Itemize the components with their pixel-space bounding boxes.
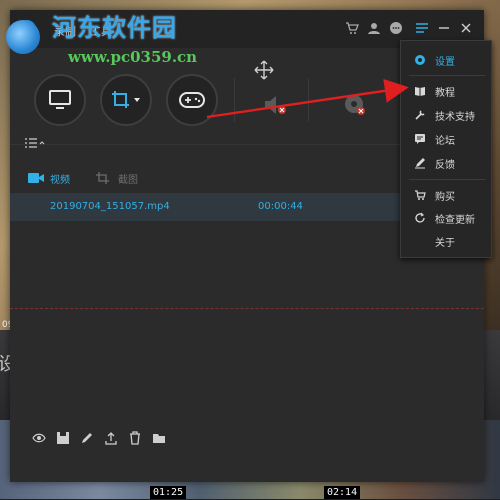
upload-icon[interactable] [104, 430, 118, 445]
cart-icon[interactable] [344, 21, 360, 37]
user-icon[interactable] [366, 21, 382, 37]
refresh-icon [413, 211, 427, 225]
menu-item-feedback[interactable]: 反馈 [401, 152, 491, 174]
menu-divider [409, 179, 485, 180]
watermark-title: 河东软件园 [52, 13, 177, 42]
menu-divider [409, 75, 485, 76]
menu-item-label: 设置 [435, 56, 455, 68]
video-icon [28, 172, 44, 184]
about-spacer [413, 234, 427, 248]
background-timestamp: 01:25 [150, 486, 187, 499]
screen-record-button[interactable] [34, 74, 86, 126]
watermark-logo [6, 20, 40, 54]
watermark-url: www.pc0359.cn [68, 48, 198, 66]
save-icon[interactable] [56, 430, 70, 444]
menu-item-tutorial[interactable]: 教程 [401, 80, 491, 102]
menu-item-support[interactable]: 技术支持 [401, 104, 491, 126]
menu-icon[interactable] [414, 21, 430, 37]
tab-screenshot[interactable]: 截图 [96, 169, 138, 187]
minimize-icon[interactable] [436, 21, 452, 37]
menu-item-about[interactable]: 关于 [401, 230, 491, 252]
chat-icon[interactable] [388, 21, 404, 37]
tab-video[interactable]: 视频 [28, 169, 70, 187]
gear-icon [413, 53, 427, 67]
move-icon[interactable] [254, 60, 280, 86]
close-icon[interactable] [458, 21, 474, 37]
drop-zone-divider [10, 308, 484, 309]
tab-video-label: 视频 [50, 174, 70, 186]
menu-item-label: 论坛 [435, 135, 455, 147]
preview-eye-icon[interactable] [32, 430, 46, 444]
forum-icon [413, 132, 427, 146]
delete-icon[interactable] [128, 430, 142, 445]
speaker-muted-icon[interactable] [262, 92, 288, 118]
background-timestamp: 02:14 [324, 486, 361, 499]
screenshot-icon [96, 172, 112, 184]
region-record-button[interactable] [100, 74, 152, 126]
monitor-icon [36, 76, 84, 124]
cart-icon [413, 188, 427, 202]
menu-item-label: 反馈 [435, 159, 455, 171]
menu-item-label: 教程 [435, 87, 455, 99]
tab-screenshot-label: 截图 [118, 174, 138, 186]
camera-muted-icon[interactable] [342, 92, 368, 118]
volume-level-bar [308, 78, 309, 122]
menu-item-buy[interactable]: 购买 [401, 184, 491, 206]
menu-item-label: 关于 [435, 237, 455, 249]
crop-icon [102, 76, 150, 124]
folder-icon[interactable] [152, 430, 166, 444]
game-record-button[interactable] [166, 74, 218, 126]
file-name: 20190704_151057.mp4 [50, 201, 170, 212]
pencil-icon [413, 156, 427, 170]
menu-item-forum[interactable]: 论坛 [401, 128, 491, 150]
menu-item-label: 检查更新 [435, 214, 475, 226]
file-duration: 00:00:44 [258, 201, 303, 212]
toolbar-divider [234, 78, 235, 122]
list-view-toggle[interactable] [24, 137, 46, 151]
menu-item-settings[interactable]: 设置 [401, 49, 491, 71]
main-menu-dropdown: 设置 教程 技术支持 论坛 反馈 购买 检查更新 关于 [400, 40, 492, 258]
gamepad-icon [168, 76, 216, 124]
menu-item-label: 购买 [435, 191, 455, 203]
menu-item-check-update[interactable]: 检查更新 [401, 207, 491, 229]
menu-item-label: 技术支持 [435, 111, 475, 123]
wrench-icon [413, 108, 427, 122]
book-icon [413, 84, 427, 98]
edit-brush-icon[interactable] [80, 430, 94, 444]
